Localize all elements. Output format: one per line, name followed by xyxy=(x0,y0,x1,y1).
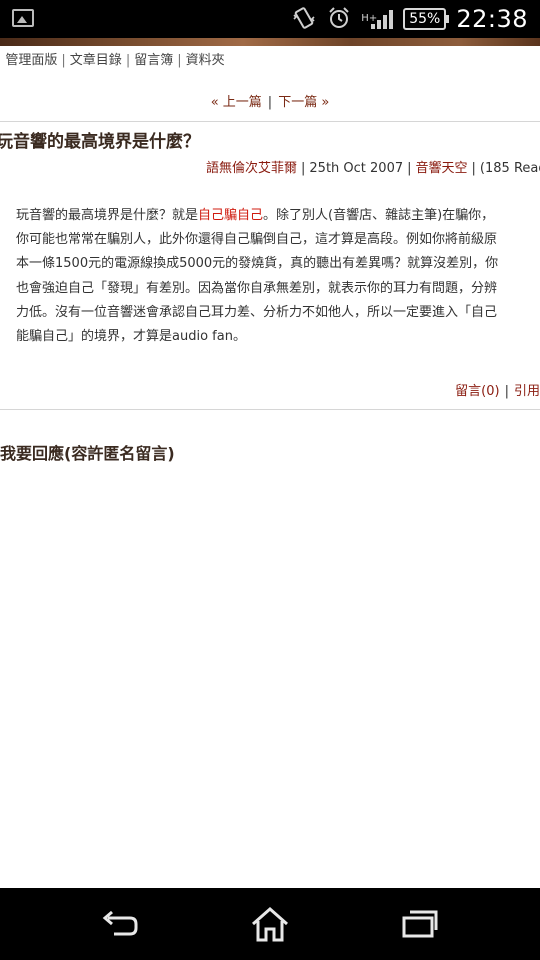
author-link[interactable]: 語無倫次艾菲爾 xyxy=(206,161,297,176)
nav-article-list[interactable]: 文章目錄 xyxy=(70,53,122,68)
body-line: 本一條1500元的電源線換成5000元的發燒貨，真的聽出有差異嗎？就算沒差別，你 xyxy=(16,256,499,272)
body-line: 力低。沒有一位音響迷會承認自己耳力差、分析力不如他人，所以一定要進入「自己 xyxy=(16,304,498,320)
category-link[interactable]: 音響天空 xyxy=(416,161,468,176)
header-banner xyxy=(0,38,540,46)
post-footer: 留言(0) | 引用 xyxy=(455,384,540,399)
read-count: (185 Reads) xyxy=(479,161,540,176)
post-date: 25th Oct 2007 xyxy=(309,161,404,176)
body-line: 你可能也常常在騙別人，此外你還得自己騙倒自己，這才算是高段。例如你將前級原 xyxy=(16,232,498,248)
nav-folders[interactable]: 資料夾 xyxy=(186,53,225,68)
post-title: 玩音響的最高境界是什麼？ xyxy=(0,132,200,152)
back-icon[interactable] xyxy=(100,906,140,942)
recent-apps-icon[interactable] xyxy=(400,906,440,942)
divider xyxy=(0,121,540,122)
prev-post-link[interactable]: « 上一篇 xyxy=(211,95,262,110)
battery-indicator: 55% xyxy=(403,8,450,30)
alarm-icon xyxy=(327,6,351,33)
body-line: 玩音響的最高境界是什麼？就是自己騙自己。除了別人(音響店、雜誌主筆)在騙你， xyxy=(16,208,495,223)
system-nav-bar xyxy=(0,888,540,960)
next-post-link[interactable]: 下一篇 » xyxy=(278,95,329,110)
top-nav: |管理面版|文章目錄|留言簿|資料夾 xyxy=(0,53,225,68)
body-line: 能騙自己」的境界，才算是audio fan。 xyxy=(16,329,246,345)
status-bar: H+ 55% 22:38 xyxy=(0,0,540,38)
post-meta: 語無倫次艾菲爾|25th Oct 2007|音響天空|(185 Reads) xyxy=(206,157,540,176)
nav-admin-panel[interactable]: 管理面版 xyxy=(5,53,57,68)
nav-guestbook[interactable]: 留言簿 xyxy=(134,53,173,68)
post-pager: « 上一篇 | 下一篇 » xyxy=(210,95,330,110)
highlight-text: 自己騙自己 xyxy=(198,208,264,223)
status-clock: 22:38 xyxy=(456,5,528,33)
vibrate-icon xyxy=(291,6,317,32)
reply-section-title: 我要回應(容許匿名留言) xyxy=(0,444,175,463)
post-body: 玩音響的最高境界是什麼？就是自己騙自己。除了別人(音響店、雜誌主筆)在騙你， 你… xyxy=(16,204,526,349)
image-icon xyxy=(12,9,34,27)
comments-link[interactable]: 留言(0) xyxy=(455,384,499,399)
status-icons: H+ 55% 22:38 xyxy=(291,0,528,38)
body-line: 也會強迫自己「發現」有差別。因為當你自承無差別，就表示你的耳力有問題，分辨 xyxy=(16,280,498,296)
home-icon[interactable] xyxy=(249,906,289,942)
divider xyxy=(0,409,540,410)
trackback-link[interactable]: 引用 xyxy=(514,384,540,399)
signal-icon: H+ xyxy=(361,9,394,29)
